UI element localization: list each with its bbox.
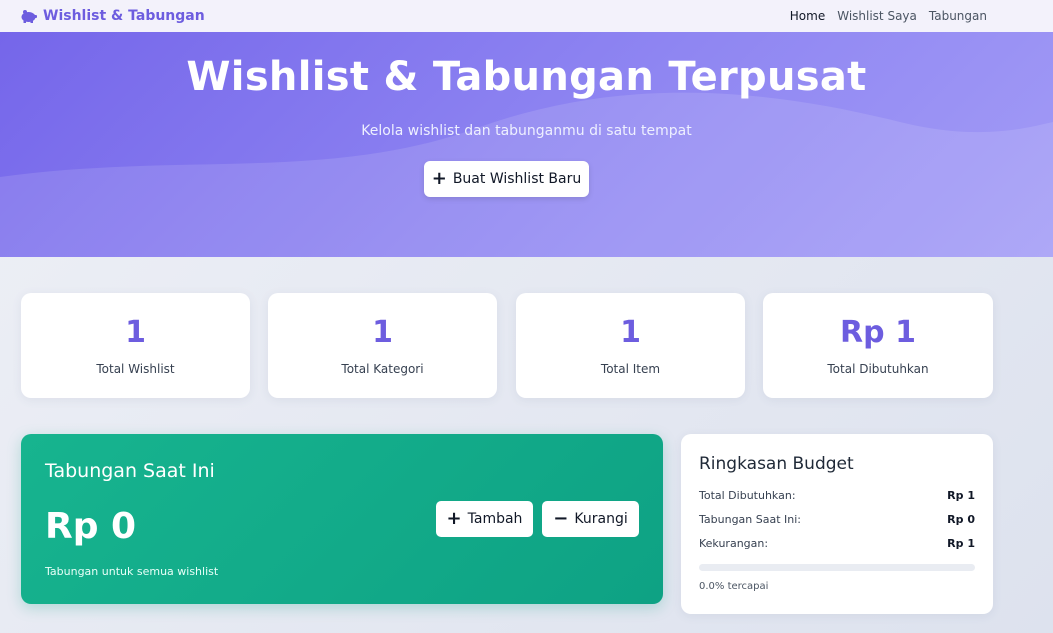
create-wishlist-button[interactable]: + Buat Wishlist Baru bbox=[424, 161, 589, 197]
stat-label: Total Item bbox=[600, 362, 661, 376]
budget-row-value: Rp 1 bbox=[947, 537, 975, 550]
budget-row-label: Tabungan Saat Ini: bbox=[699, 513, 802, 526]
hero-title: Wishlist & Tabungan Terpusat bbox=[186, 54, 867, 100]
budget-row-value: Rp 0 bbox=[947, 513, 975, 526]
brand-text: Wishlist & Tabungan bbox=[43, 8, 205, 24]
budget-row-tabungan-saat-ini: Tabungan Saat Ini: Rp 0 bbox=[699, 513, 975, 526]
stat-value: Rp 1 bbox=[840, 315, 916, 350]
nav-link-home[interactable]: Home bbox=[790, 9, 825, 23]
savings-card: Tabungan Saat Ini Rp 0 Tabungan untuk se… bbox=[21, 434, 663, 604]
stat-label: Total Wishlist bbox=[96, 362, 175, 376]
stat-card-total-dibutuhkan: Rp 1 Total Dibutuhkan bbox=[763, 293, 993, 398]
savings-note: Tabungan untuk semua wishlist bbox=[45, 565, 219, 578]
budget-row-kekurangan: Kekurangan: Rp 1 bbox=[699, 537, 975, 550]
stat-card-total-item: 1 Total Item bbox=[516, 293, 745, 398]
subtract-savings-button[interactable]: − Kurangi bbox=[542, 501, 639, 537]
add-savings-button[interactable]: + Tambah bbox=[436, 501, 533, 537]
budget-row-label: Kekurangan: bbox=[699, 537, 769, 550]
stat-value: 1 bbox=[620, 315, 641, 350]
stat-card-total-kategori: 1 Total Kategori bbox=[268, 293, 497, 398]
navbar: Wishlist & Tabungan Home Wishlist Saya T… bbox=[0, 0, 1053, 32]
budget-progress-text: 0.0% tercapai bbox=[699, 581, 769, 592]
minus-icon: − bbox=[553, 508, 569, 529]
budget-row-label: Total Dibutuhkan: bbox=[699, 489, 796, 502]
budget-title: Ringkasan Budget bbox=[699, 454, 854, 474]
plus-icon: + bbox=[446, 508, 462, 529]
budget-row-total-dibutuhkan: Total Dibutuhkan: Rp 1 bbox=[699, 489, 975, 502]
stat-card-total-wishlist: 1 Total Wishlist bbox=[21, 293, 250, 398]
stat-label: Total Kategori bbox=[341, 362, 424, 376]
savings-amount: Rp 0 bbox=[45, 506, 137, 547]
add-savings-label: Tambah bbox=[467, 511, 523, 527]
budget-progress-bar bbox=[699, 564, 975, 571]
piggy-bank-icon bbox=[20, 9, 37, 23]
nav-links: Home Wishlist Saya Tabungan bbox=[790, 9, 987, 23]
subtract-savings-label: Kurangi bbox=[574, 511, 628, 527]
brand-link[interactable]: Wishlist & Tabungan bbox=[20, 8, 205, 24]
budget-row-value: Rp 1 bbox=[947, 489, 975, 502]
savings-title: Tabungan Saat Ini bbox=[45, 460, 215, 482]
hero-subtitle: Kelola wishlist dan tabunganmu di satu t… bbox=[361, 123, 692, 139]
hero-section: Wishlist & Tabungan Terpusat Kelola wish… bbox=[0, 32, 1053, 257]
plus-icon: + bbox=[431, 168, 447, 189]
nav-link-wishlist-saya[interactable]: Wishlist Saya bbox=[837, 9, 917, 23]
budget-summary-card: Ringkasan Budget Total Dibutuhkan: Rp 1 … bbox=[681, 434, 993, 614]
stat-value: 1 bbox=[125, 315, 146, 350]
stat-value: 1 bbox=[372, 315, 393, 350]
create-wishlist-label: Buat Wishlist Baru bbox=[452, 171, 582, 187]
nav-link-tabungan[interactable]: Tabungan bbox=[929, 9, 987, 23]
stat-label: Total Dibutuhkan bbox=[827, 362, 929, 376]
